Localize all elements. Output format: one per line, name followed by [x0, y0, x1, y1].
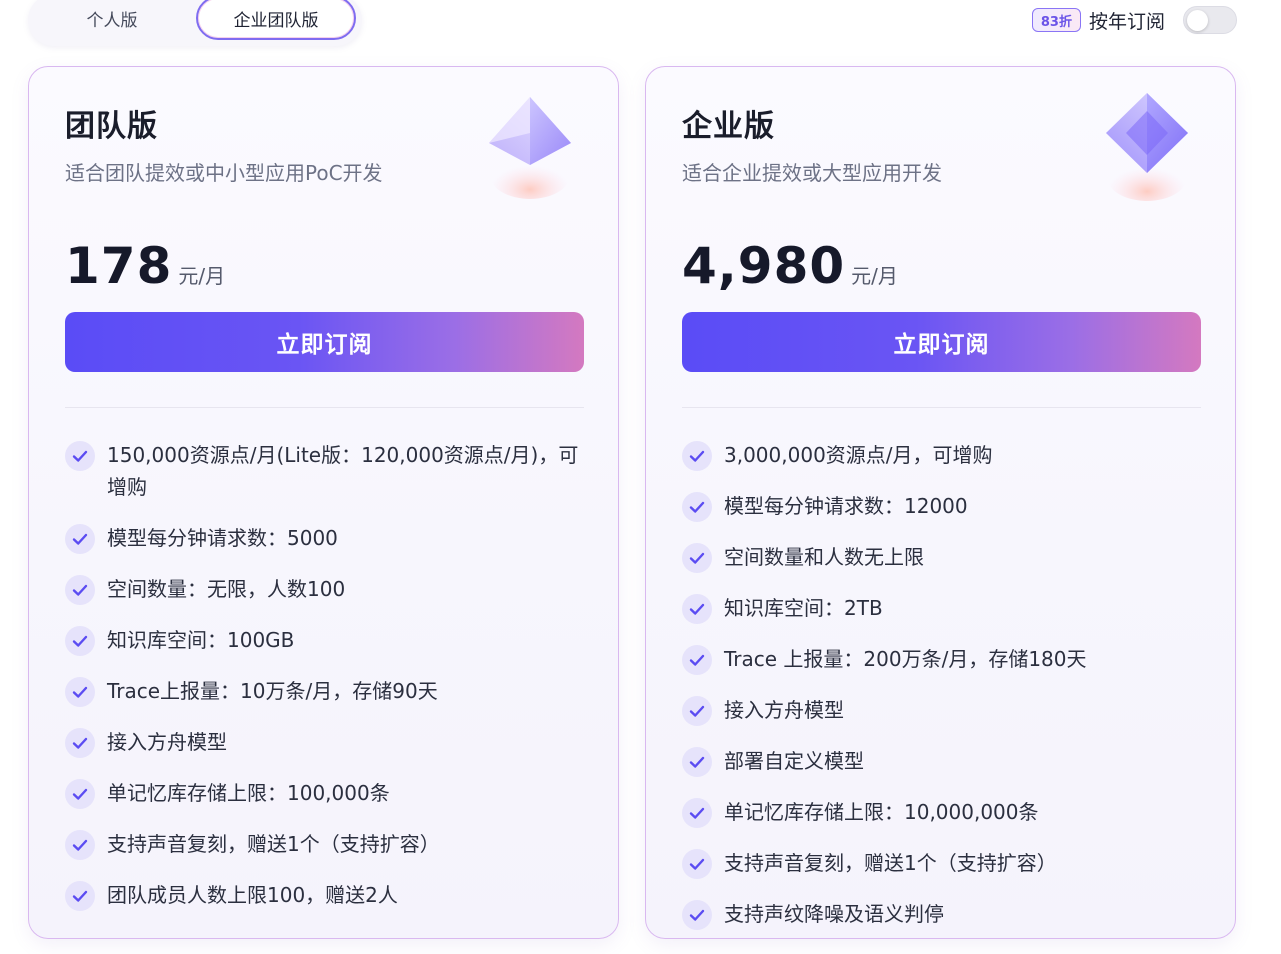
- annual-toggle[interactable]: [1183, 6, 1237, 34]
- check-icon: [682, 747, 712, 777]
- divider: [682, 407, 1201, 408]
- feature-item: 模型每分钟请求数：12000: [682, 490, 1201, 522]
- feature-item: 3,000,000资源点/月，可增购: [682, 439, 1201, 471]
- plan-description: 适合团队提效或中小型应用PoC开发: [65, 161, 383, 185]
- check-icon: [682, 492, 712, 522]
- feature-text: 单记忆库存储上限：100,000条: [107, 781, 390, 805]
- feature-text: 部署自定义模型: [724, 749, 864, 773]
- feature-item: 模型每分钟请求数：5000: [65, 522, 584, 554]
- feature-text: 3,000,000资源点/月，可增购: [724, 443, 993, 467]
- feature-text: 单记忆库存储上限：10,000,000条: [724, 800, 1039, 824]
- feature-text: 支持声纹降噪及语义判停: [724, 902, 944, 926]
- plan-card-enterprise: 企业版 适合企业提效或大型应用开发 4,980 元/月 立即订阅 3,000,0: [645, 66, 1236, 939]
- diamond-gem-icon: [489, 97, 571, 199]
- feature-item: Trace 上报量：200万条/月，存储180天: [682, 643, 1201, 675]
- feature-text: 知识库空间：100GB: [107, 628, 295, 652]
- feature-item: 部署自定义模型: [682, 745, 1201, 777]
- check-icon: [682, 441, 712, 471]
- feature-item: 单记忆库存储上限：10,000,000条: [682, 796, 1201, 828]
- divider: [65, 407, 584, 408]
- check-icon: [682, 696, 712, 726]
- check-icon: [682, 798, 712, 828]
- feature-text: 模型每分钟请求数：12000: [724, 494, 968, 518]
- check-icon: [682, 900, 712, 930]
- annual-subscription: 83折 按年订阅: [1031, 4, 1237, 36]
- plan-title: 团队版: [65, 109, 158, 144]
- discount-badge: 83折: [1031, 8, 1081, 32]
- feature-text: 接入方舟模型: [724, 698, 844, 722]
- toggle-knob: [1187, 10, 1208, 31]
- price-amount: 4,980: [682, 237, 846, 295]
- check-icon: [65, 626, 95, 656]
- feature-list: 3,000,000资源点/月，可增购 模型每分钟请求数：12000 空间数量和人…: [682, 439, 1201, 938]
- check-icon: [682, 849, 712, 879]
- feature-text: 团队成员人数上限100，赠送2人: [107, 883, 398, 907]
- feature-item: 接入方舟模型: [65, 726, 584, 758]
- feature-text: Trace 上报量：200万条/月，存储180天: [724, 647, 1087, 671]
- feature-list: 150,000资源点/月(Lite版：120,000资源点/月)，可增购 模型每…: [65, 439, 584, 930]
- tab-personal[interactable]: 个人版: [28, 0, 196, 42]
- feature-item: 单记忆库存储上限：100,000条: [65, 777, 584, 809]
- check-icon: [65, 881, 95, 911]
- tab-enterprise-team[interactable]: 企业团队版: [196, 0, 356, 40]
- feature-item: 空间数量和人数无上限: [682, 541, 1201, 573]
- edition-tab-switch: 个人版 企业团队版: [28, 0, 362, 46]
- feature-item: 知识库空间：2TB: [682, 592, 1201, 624]
- plan-description: 适合企业提效或大型应用开发: [682, 161, 942, 185]
- feature-item: 空间数量：无限，人数100: [65, 573, 584, 605]
- check-icon: [65, 575, 95, 605]
- feature-text: 模型每分钟请求数：5000: [107, 526, 338, 550]
- feature-item: 知识库空间：100GB: [65, 624, 584, 656]
- check-icon: [65, 441, 95, 471]
- check-icon: [682, 594, 712, 624]
- feature-item: Trace上报量：10万条/月，存储90天: [65, 675, 584, 707]
- feature-text: 知识库空间：2TB: [724, 596, 883, 620]
- check-icon: [682, 645, 712, 675]
- price-unit: 元/月: [851, 264, 898, 288]
- subscribe-button[interactable]: 立即订阅: [682, 312, 1201, 372]
- feature-item: 支持声音复刻，赠送1个（支持扩容）: [682, 847, 1201, 879]
- feature-text: 空间数量和人数无上限: [724, 545, 924, 569]
- diamond-gem-icon: [1106, 93, 1188, 201]
- check-icon: [65, 677, 95, 707]
- feature-item: 支持声音复刻，赠送1个（支持扩容）: [65, 828, 584, 860]
- plan-title: 企业版: [682, 109, 775, 144]
- check-icon: [682, 543, 712, 573]
- feature-text: 空间数量：无限，人数100: [107, 577, 346, 601]
- feature-item: 接入方舟模型: [682, 694, 1201, 726]
- check-icon: [65, 830, 95, 860]
- price: 4,980 元/月: [682, 237, 898, 295]
- feature-text: 接入方舟模型: [107, 730, 227, 754]
- check-icon: [65, 728, 95, 758]
- price-amount: 178: [65, 237, 173, 295]
- check-icon: [65, 524, 95, 554]
- price-unit: 元/月: [178, 264, 226, 288]
- feature-text: 支持声音复刻，赠送1个（支持扩容）: [107, 832, 440, 856]
- feature-text: 150,000资源点/月(Lite版：120,000资源点/月)，可增购: [107, 443, 579, 499]
- feature-item: 支持声纹降噪及语义判停: [682, 898, 1201, 930]
- annual-label: 按年订阅: [1088, 10, 1165, 33]
- check-icon: [65, 779, 95, 809]
- feature-text: Trace上报量：10万条/月，存储90天: [107, 679, 438, 703]
- feature-item: 团队成员人数上限100，赠送2人: [65, 879, 584, 911]
- feature-item: 150,000资源点/月(Lite版：120,000资源点/月)，可增购: [65, 439, 584, 503]
- plan-card-team: 团队版 适合团队提效或中小型应用PoC开发 178 元/月 立即订阅 150,0: [28, 66, 619, 939]
- feature-text: 支持声音复刻，赠送1个（支持扩容）: [724, 851, 1057, 875]
- price: 178 元/月: [65, 237, 225, 295]
- subscribe-button[interactable]: 立即订阅: [65, 312, 584, 372]
